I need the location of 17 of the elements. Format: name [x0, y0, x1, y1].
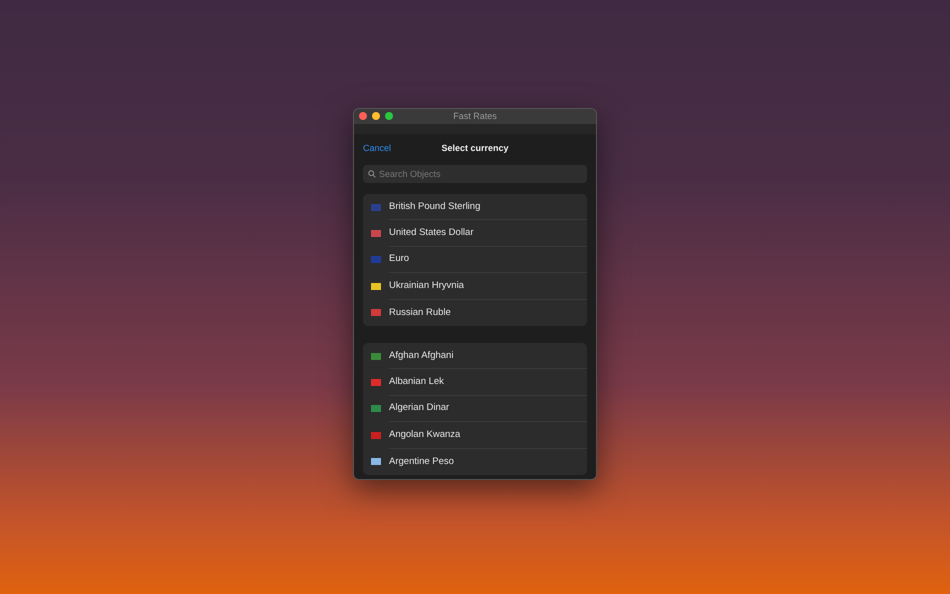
currency-name[interactable]: Euro: [389, 252, 410, 267]
currency-name[interactable]: Ukrainian Hryvnia: [389, 278, 464, 293]
minimize-icon[interactable]: [372, 112, 380, 120]
currency-name[interactable]: Angolan Kwanza: [389, 428, 460, 442]
search-field[interactable]: Search Objects: [363, 165, 587, 183]
close-icon[interactable]: [359, 112, 367, 120]
currency-name[interactable]: British Pound Sterling: [389, 200, 480, 214]
currency-name[interactable]: Algerian Dinar: [389, 401, 450, 416]
maximize-icon[interactable]: [385, 112, 393, 120]
currency-name[interactable]: United States Dollar: [389, 226, 474, 240]
currency-name[interactable]: Russian Ruble: [389, 306, 451, 320]
window-title: Fast Rates: [453, 110, 497, 123]
currency-name[interactable]: Afghan Afghani: [389, 348, 454, 363]
currency-name[interactable]: Argentine Peso: [389, 454, 454, 469]
sheet-title: Select currency: [441, 142, 509, 153]
currency-name[interactable]: Albanian Lek: [389, 374, 444, 390]
cancel-button[interactable]: Cancel: [363, 142, 392, 156]
